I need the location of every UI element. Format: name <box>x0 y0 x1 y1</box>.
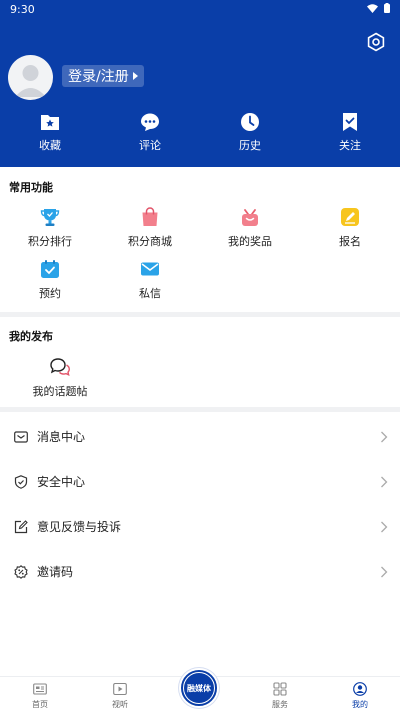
section-title: 常用功能 <box>9 181 53 194</box>
menu-label: 安全中心 <box>37 475 86 489</box>
default-avatar-icon <box>15 65 46 97</box>
center-media-button[interactable]: 融媒体 <box>181 670 217 706</box>
mail-icon <box>141 262 159 276</box>
invite-code-icon <box>14 564 28 579</box>
avatar[interactable] <box>8 55 53 100</box>
menu-label: 消息中心 <box>37 430 86 444</box>
tab-label: 服务 <box>272 700 288 709</box>
menu-label: 邀请码 <box>37 565 74 579</box>
function-my-prizes[interactable]: 我的奖品 <box>200 207 300 249</box>
chevron-right-icon <box>381 476 388 487</box>
function-points-mall[interactable]: 积分商城 <box>100 207 200 249</box>
function-label: 报名 <box>339 235 361 248</box>
tab-video[interactable]: 视听 <box>90 682 150 710</box>
my-post-label: 我的话题帖 <box>32 385 88 398</box>
settings-gear-icon[interactable] <box>366 32 386 52</box>
wifi-icon <box>367 3 378 13</box>
function-label: 私信 <box>139 287 161 300</box>
profile-header: 9:30 登录/注册 收藏 评论 历史 关注 <box>0 0 400 167</box>
shopping-bag-icon <box>142 207 158 226</box>
status-bar: 9:30 <box>0 0 400 20</box>
quick-action-favorites[interactable]: 收藏 <box>0 112 100 160</box>
follow-bookmark-icon <box>343 113 357 131</box>
function-points-ranking[interactable]: 积分排行 <box>0 207 100 249</box>
feedback-icon <box>14 519 28 533</box>
trophy-icon <box>40 209 60 226</box>
function-label: 预约 <box>39 287 61 300</box>
tab-label: 我的 <box>352 700 368 709</box>
video-play-icon <box>113 682 127 696</box>
gift-icon <box>242 209 258 226</box>
history-clock-icon <box>241 113 259 131</box>
comment-icon <box>141 113 159 131</box>
user-profile-icon <box>353 682 367 696</box>
login-register-label: 登录/注册 <box>68 69 129 85</box>
center-media-label: 融媒体 <box>184 673 214 703</box>
menu-invite-code[interactable]: 邀请码 <box>0 549 400 594</box>
menu-security-center[interactable]: 安全中心 <box>0 459 400 504</box>
battery-icon <box>384 3 390 13</box>
menu-message-center[interactable]: 消息中心 <box>0 414 400 459</box>
common-functions-section: 常用功能 积分排行 积分商城 我的奖品 报名 预约 私信 <box>0 167 400 312</box>
my-posts-section: 我的发布 我的话题帖 <box>0 317 400 407</box>
my-topic-posts-item[interactable]: 我的话题帖 <box>10 357 110 399</box>
status-icons <box>367 3 390 13</box>
quick-action-label: 收藏 <box>39 139 61 152</box>
tab-label: 视听 <box>112 700 128 709</box>
chevron-right-icon <box>381 521 388 532</box>
shield-icon <box>14 474 28 489</box>
quick-action-comments[interactable]: 评论 <box>100 112 200 160</box>
edit-pen-icon <box>341 208 359 226</box>
function-private-message[interactable]: 私信 <box>100 259 200 301</box>
quick-action-label: 历史 <box>239 139 261 152</box>
tab-services[interactable]: 服务 <box>250 682 310 710</box>
section-title: 我的发布 <box>9 330 53 343</box>
chat-bubbles-icon <box>50 358 70 377</box>
function-label: 我的奖品 <box>228 235 272 248</box>
function-reservation[interactable]: 预约 <box>0 259 100 301</box>
calendar-check-icon <box>41 260 59 278</box>
function-label: 积分商城 <box>128 235 172 248</box>
menu-label: 意见反馈与投诉 <box>37 520 122 534</box>
favorite-folder-icon <box>41 115 59 130</box>
menu-feedback[interactable]: 意见反馈与投诉 <box>0 504 400 549</box>
tab-label: 首页 <box>32 700 48 709</box>
tab-mine[interactable]: 我的 <box>330 682 390 710</box>
message-icon <box>14 430 28 443</box>
quick-action-history[interactable]: 历史 <box>200 112 300 160</box>
grid-service-icon <box>273 682 287 696</box>
tab-home[interactable]: 首页 <box>10 682 70 710</box>
home-news-icon <box>33 683 47 695</box>
quick-actions-row: 收藏 评论 历史 关注 <box>0 112 400 160</box>
status-time: 9:30 <box>10 3 35 16</box>
quick-action-label: 评论 <box>139 139 161 152</box>
chevron-right-icon <box>381 431 388 442</box>
section-divider <box>0 407 400 412</box>
quick-action-label: 关注 <box>339 139 361 152</box>
function-sign-up[interactable]: 报名 <box>300 207 400 249</box>
login-register-button[interactable]: 登录/注册 <box>62 65 144 87</box>
caret-right-icon <box>132 72 138 80</box>
quick-action-following[interactable]: 关注 <box>300 112 400 160</box>
chevron-right-icon <box>381 566 388 577</box>
function-label: 积分排行 <box>28 235 72 248</box>
